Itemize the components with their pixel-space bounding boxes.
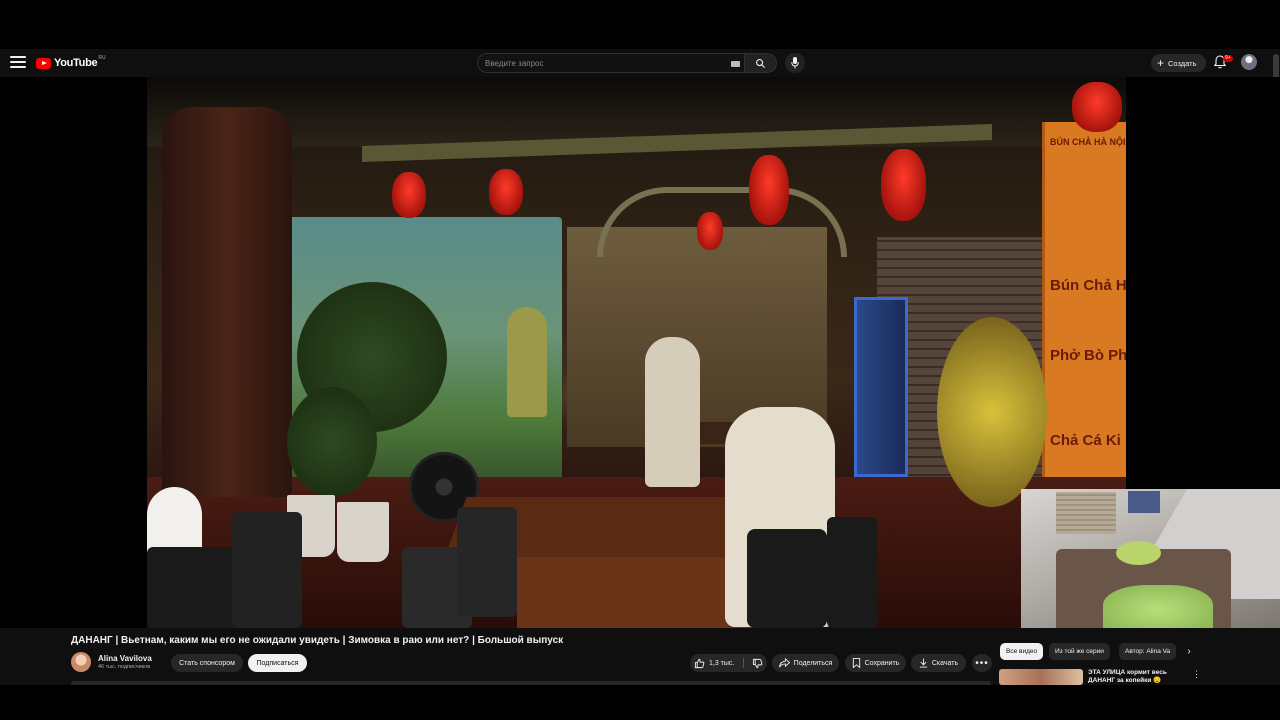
subscribe-button[interactable]: Подписаться: [248, 654, 307, 672]
recommendation-title[interactable]: ЭТА УЛИЦА кормит весь ДАНАНГ за копейки …: [1088, 669, 1188, 683]
recommendation-menu-icon[interactable]: ⋮: [1192, 668, 1201, 680]
lantern: [489, 169, 523, 215]
letterbox-bottom: [0, 685, 1280, 720]
scene-person: [645, 337, 700, 487]
sign-line: Bún Chả Hà: [1050, 277, 1126, 294]
sign-line: BÚN CHẢ HÀ NỘI: [1050, 137, 1126, 147]
save-icon: [852, 658, 860, 668]
share-icon: [778, 658, 790, 668]
search-box[interactable]: [477, 53, 745, 73]
join-label: Стать спонсором: [179, 659, 235, 667]
chip-author[interactable]: Автор: Alina Va: [1119, 643, 1176, 660]
create-button[interactable]: + Создать: [1151, 54, 1206, 72]
lantern: [749, 155, 789, 225]
like-count: 1,3 тыс.: [709, 659, 735, 667]
account-avatar[interactable]: [1241, 54, 1257, 70]
scene-chair: [457, 507, 517, 617]
search-bar: [477, 53, 777, 73]
plus-icon: +: [1157, 56, 1165, 70]
subscribe-label: Подписаться: [256, 659, 299, 667]
scene-plant-yellow: [937, 317, 1047, 507]
channel-name[interactable]: Alina Vavilova: [98, 654, 152, 663]
youtube-logo-icon: [36, 57, 51, 69]
chip-label: Автор: Alina Va: [1125, 648, 1171, 655]
chevron-right-icon[interactable]: ›: [1183, 643, 1195, 660]
search-input[interactable]: [485, 57, 725, 70]
mp-pillow: [1116, 541, 1161, 565]
scene-pot: [337, 502, 389, 562]
letterbox-top: [0, 0, 1280, 49]
scene-chair: [232, 512, 302, 628]
like-divider: [743, 658, 744, 668]
like-dislike-group: 1,3 тыс.: [690, 654, 767, 672]
share-button[interactable]: Поделиться: [772, 654, 839, 672]
mp-poster: [1128, 491, 1160, 513]
more-actions-button[interactable]: •••: [972, 654, 992, 672]
keyboard-icon[interactable]: [731, 61, 740, 67]
chip-label: Из той же серии: [1055, 648, 1104, 655]
create-label: Создать: [1168, 58, 1197, 68]
download-label: Скачать: [931, 659, 959, 667]
scene-fridge: [854, 297, 908, 477]
scene-chair: [827, 517, 877, 628]
search-button[interactable]: [745, 53, 777, 73]
lantern: [881, 149, 926, 221]
logo-text: YouTube: [54, 57, 98, 69]
mic-icon: [791, 57, 799, 69]
recommendation-thumbnail[interactable]: [999, 669, 1083, 685]
lantern: [697, 212, 723, 250]
scene-mural-tree: [507, 307, 547, 417]
chip-label: Все видео: [1006, 648, 1038, 655]
chip-same-series[interactable]: Из той же серии: [1049, 643, 1110, 660]
like-button[interactable]: 1,3 тыс.: [690, 654, 742, 672]
country-code: RU: [98, 55, 106, 61]
lantern: [392, 172, 426, 218]
mp-window-blind: [1056, 492, 1116, 534]
scene-person: [747, 529, 827, 628]
join-button[interactable]: Стать спонсором: [171, 654, 243, 672]
subscriber-count: 46 тыс. подписчиков: [98, 664, 151, 670]
sign-line: Chả Cá Ki: [1050, 432, 1121, 449]
miniplayer[interactable]: [1021, 489, 1280, 634]
menu-icon[interactable]: [10, 56, 26, 70]
scene-table: [517, 557, 757, 628]
chip-all-videos[interactable]: Все видео: [1000, 643, 1044, 660]
more-icon: •••: [975, 657, 989, 669]
notification-badge: 9+: [1223, 55, 1233, 62]
video-title: ДАНАНГ | Вьетнам, каким мы его не ожидал…: [71, 635, 564, 646]
voice-search-button[interactable]: [785, 53, 805, 73]
dislike-button[interactable]: [747, 654, 767, 672]
thumbs-up-icon: [694, 658, 705, 668]
thumbs-down-icon: [752, 658, 762, 668]
save-button[interactable]: Сохранить: [845, 654, 906, 672]
download-icon: [919, 658, 928, 668]
scene-coat: [162, 107, 292, 497]
mp-blanket: [1103, 585, 1213, 634]
save-label: Сохранить: [864, 659, 900, 667]
share-label: Поделиться: [793, 659, 833, 667]
channel-avatar[interactable]: [71, 652, 91, 672]
sign-line: Phở Bò Ph: [1050, 347, 1126, 364]
lantern: [1072, 82, 1122, 132]
search-icon: [756, 59, 766, 69]
youtube-logo[interactable]: YouTube RU: [36, 55, 106, 70]
scene-plant: [287, 387, 377, 497]
video-frame: BÚN CHẢ HÀ NỘI Bún Chả Hà Phở Bò Ph Chả …: [147, 77, 1126, 628]
download-button[interactable]: Скачать: [911, 654, 966, 672]
